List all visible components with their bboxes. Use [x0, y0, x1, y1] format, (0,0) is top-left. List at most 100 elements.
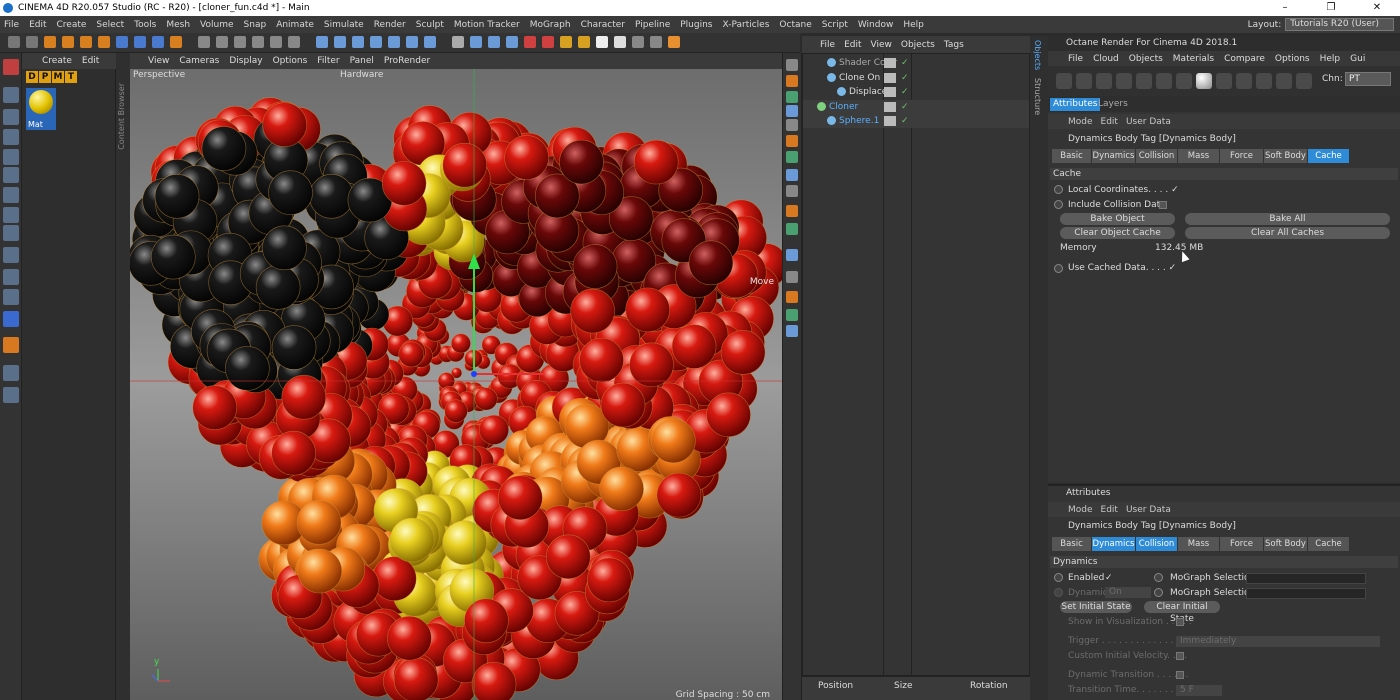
side-tool-icon[interactable]	[786, 205, 798, 217]
side-tool-icon[interactable]	[786, 105, 798, 117]
dynamic-dropdown[interactable]: On	[1105, 587, 1151, 598]
side-tool-icon[interactable]	[786, 271, 798, 283]
octane-tool-icon[interactable]	[1276, 73, 1292, 89]
dynamic-transition-checkbox[interactable]	[1176, 671, 1184, 679]
left-tool-icon[interactable]	[3, 247, 19, 263]
filter-m-button[interactable]: M	[52, 71, 64, 83]
enabled-anim-icon[interactable]	[1054, 573, 1063, 582]
menu-sculpt[interactable]: Sculpt	[416, 20, 444, 30]
local-coords-anim-icon[interactable]	[1054, 185, 1063, 194]
enabled-check-icon[interactable]: ✓	[901, 114, 909, 128]
object-row-clone-on[interactable]: Clone On ✓	[803, 71, 1029, 85]
octane-tool-icon[interactable]	[1296, 73, 1312, 89]
toolbar-button-icon[interactable]	[152, 36, 164, 48]
toolbar-button-icon[interactable]	[44, 36, 56, 48]
object-menu-edit[interactable]: Edit	[844, 40, 861, 50]
viewport-menu-cameras[interactable]: Cameras	[179, 56, 219, 66]
visibility-flags-icon[interactable]	[884, 58, 896, 68]
subtab-mass[interactable]: Mass	[1178, 537, 1220, 551]
toolbar-button-icon[interactable]	[334, 36, 346, 48]
menu-pipeline[interactable]: Pipeline	[635, 20, 670, 30]
set-initial-state-button[interactable]: Set Initial State	[1060, 601, 1132, 613]
local-coordinates-label[interactable]: Local Coordinates. . . . ✓	[1068, 183, 1179, 197]
subtab-mass[interactable]: Mass	[1178, 149, 1220, 163]
mograph-selection-field-1[interactable]	[1246, 573, 1366, 584]
include-collision-checkbox[interactable]	[1159, 201, 1167, 209]
attr-bottom-mode-menu[interactable]: Mode	[1068, 505, 1093, 515]
toolbar-button-icon[interactable]	[668, 36, 680, 48]
attr-bottom-edit-menu[interactable]: Edit	[1101, 505, 1118, 515]
viewport-menu-filter[interactable]: Filter	[317, 56, 339, 66]
viewport-3d[interactable]: y Perspective Hardware Move Grid Spacing…	[130, 69, 782, 700]
subtab-cache[interactable]: Cache	[1308, 149, 1350, 163]
clear-object-cache-button[interactable]: Clear Object Cache	[1060, 227, 1175, 239]
object-row-shader-color[interactable]: Shader Color ✓	[803, 56, 1029, 70]
octane-tool-icon[interactable]	[1196, 73, 1212, 89]
side-tool-icon[interactable]	[786, 185, 798, 197]
left-tool-icon[interactable]	[3, 59, 19, 75]
side-tool-icon[interactable]	[786, 135, 798, 147]
menu-octane[interactable]: Octane	[779, 20, 811, 30]
objects-vtab[interactable]: Objects	[1033, 40, 1042, 70]
octane-menu-help[interactable]: Help	[1320, 54, 1341, 64]
material-swatch[interactable]: Mat	[26, 88, 56, 130]
left-tool-icon[interactable]	[3, 109, 19, 125]
clear-initial-state-button[interactable]: Clear Initial State	[1144, 601, 1220, 624]
octane-menu-file[interactable]: File	[1068, 54, 1083, 64]
filter-p-button[interactable]: P	[39, 71, 51, 83]
toolbar-button-icon[interactable]	[632, 36, 644, 48]
visibility-flags-icon[interactable]	[884, 116, 896, 127]
show-in-vis-checkbox[interactable]	[1176, 618, 1184, 626]
subtab-soft-body[interactable]: Soft Body	[1264, 149, 1308, 163]
toolbar-button-icon[interactable]	[252, 36, 264, 48]
minimize-icon[interactable]: –	[1262, 0, 1308, 16]
side-tool-icon[interactable]	[786, 223, 798, 235]
filter-d-button[interactable]: D	[26, 71, 38, 83]
restore-icon[interactable]: ❐	[1308, 0, 1354, 16]
side-tool-icon[interactable]	[786, 291, 798, 303]
left-tool-icon[interactable]	[3, 87, 19, 103]
octane-menu-objects[interactable]: Objects	[1129, 54, 1163, 64]
attributes-tab[interactable]: Attributes	[1050, 98, 1101, 111]
enabled-check-icon[interactable]: ✓	[901, 100, 909, 114]
left-tool-icon[interactable]	[3, 269, 19, 285]
side-tool-icon[interactable]	[786, 119, 798, 131]
menu-snap[interactable]: Snap	[244, 20, 267, 30]
subtab-dynamics[interactable]: Dynamics	[1092, 149, 1136, 163]
object-name[interactable]: Clone On	[839, 71, 880, 85]
menu-volume[interactable]: Volume	[200, 20, 233, 30]
side-tool-icon[interactable]	[786, 249, 798, 261]
menu-mograph[interactable]: MoGraph	[530, 20, 571, 30]
channel-dropdown[interactable]: PT	[1345, 72, 1391, 86]
toolbar-button-icon[interactable]	[352, 36, 364, 48]
toolbar-button-icon[interactable]	[116, 36, 128, 48]
enabled-check-icon[interactable]: ✓	[901, 85, 909, 99]
toolbar-button-icon[interactable]	[452, 36, 464, 48]
subtab-cache[interactable]: Cache	[1308, 537, 1350, 551]
left-tool-icon[interactable]	[3, 365, 19, 381]
layers-tab[interactable]: Layers	[1098, 98, 1128, 111]
viewport-menu-display[interactable]: Display	[229, 56, 262, 66]
side-tool-icon[interactable]	[786, 309, 798, 321]
toolbar-button-icon[interactable]	[270, 36, 282, 48]
enabled-check-icon[interactable]: ✓	[901, 56, 909, 70]
octane-tool-icon[interactable]	[1116, 73, 1132, 89]
menu-create[interactable]: Create	[57, 20, 87, 30]
toolbar-button-icon[interactable]	[370, 36, 382, 48]
filter-t-button[interactable]: T	[65, 71, 77, 83]
toolbar-button-icon[interactable]	[506, 36, 518, 48]
octane-menu-gui[interactable]: Gui	[1350, 54, 1365, 64]
layout-dropdown[interactable]: Tutorials R20 (User)	[1285, 18, 1394, 31]
left-tool-icon[interactable]	[3, 207, 19, 223]
subtab-force[interactable]: Force	[1220, 149, 1264, 163]
side-tool-icon[interactable]	[786, 91, 798, 103]
menu-x-particles[interactable]: X-Particles	[723, 20, 770, 30]
structure-vtab[interactable]: Structure	[1033, 78, 1042, 115]
bake-all-button[interactable]: Bake All	[1185, 213, 1390, 225]
octane-tool-icon[interactable]	[1056, 73, 1072, 89]
octane-tool-icon[interactable]	[1096, 73, 1112, 89]
visibility-flags-icon[interactable]	[884, 72, 896, 83]
enabled-check-icon[interactable]: ✓	[901, 71, 909, 85]
clear-all-caches-button[interactable]: Clear All Caches	[1185, 227, 1390, 239]
left-tool-icon[interactable]	[3, 225, 19, 241]
